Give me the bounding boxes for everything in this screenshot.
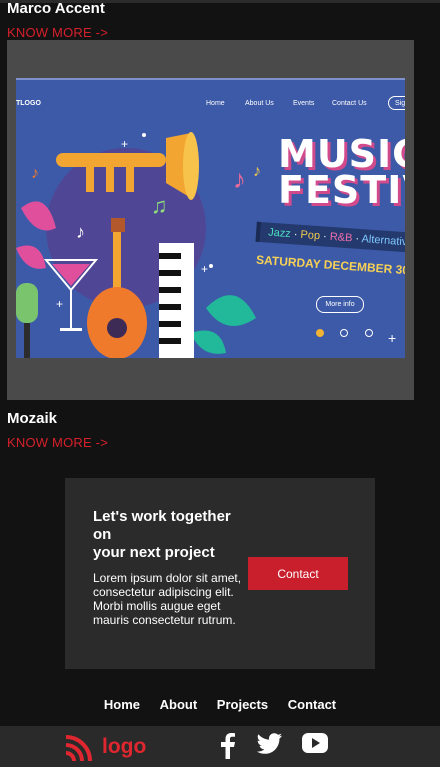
svg-text:♫: ♫: [151, 193, 168, 218]
contact-button[interactable]: Contact: [248, 557, 348, 590]
festival-title-line1: MUSIC: [278, 132, 405, 176]
genre-bar: Jazz · Pop · R&B · Alternative: [255, 221, 405, 255]
genre-rnb: R&B: [329, 230, 353, 245]
svg-text:♪: ♪: [233, 164, 246, 194]
project-card[interactable]: TLOGO Home About Us Events Contact Us Si…: [7, 40, 414, 400]
music-festival-banner: TLOGO Home About Us Events Contact Us Si…: [16, 78, 405, 358]
genre-jazz: Jazz: [267, 226, 292, 241]
project-title: Marco Accent: [7, 0, 105, 17]
brand-logo-text: logo: [102, 734, 147, 758]
music-illustration: ♫ ♪ ♪ + + +: [16, 132, 256, 358]
svg-text:+: +: [56, 297, 63, 311]
genre-alternative: Alternative: [361, 233, 405, 249]
carousel-dot: [340, 329, 349, 337]
carousel-dot: [364, 329, 373, 337]
twitter-icon[interactable]: [256, 733, 282, 755]
cta-heading-line: Let's work together: [93, 508, 231, 525]
svg-text:+: +: [121, 137, 128, 151]
svg-text:♪: ♪: [31, 165, 39, 182]
carousel-dots: [316, 324, 385, 342]
sparkle-icon: +: [388, 330, 396, 346]
cta-heading: Let's work together on your next project: [93, 508, 253, 562]
facebook-icon[interactable]: [218, 733, 236, 759]
footer-nav-home[interactable]: Home: [104, 697, 140, 712]
youtube-icon[interactable]: [302, 733, 328, 753]
svg-text:♪: ♪: [253, 163, 261, 180]
svg-text:+: +: [388, 330, 396, 346]
banner-sign-button: Sig: [388, 96, 405, 110]
piano-icon: [159, 243, 194, 358]
more-info-button: More info: [316, 296, 364, 313]
banner-nav-contact: Contact Us: [332, 100, 367, 107]
know-more-link[interactable]: KNOW MORE ->: [7, 25, 108, 40]
project-title: Mozaik: [7, 410, 58, 427]
festival-title-line2: FESTIVAL: [278, 168, 405, 212]
brand-logo[interactable]: logo: [64, 730, 146, 763]
svg-text:+: +: [201, 262, 208, 276]
music-note-icon: ♪ ♪: [233, 163, 261, 194]
svg-text:♪: ♪: [76, 222, 85, 242]
cta-card: Let's work together on your next project…: [65, 478, 375, 669]
festival-date: SATURDAY DECEMBER 30: [255, 252, 405, 278]
footer-nav-projects[interactable]: Projects: [217, 697, 268, 712]
banner-nav-events: Events: [293, 100, 315, 107]
carousel-dot: [316, 329, 324, 337]
cta-heading-line: on: [93, 526, 112, 543]
genre-pop: Pop: [300, 228, 321, 243]
know-more-link[interactable]: KNOW MORE ->: [7, 435, 108, 450]
microphone-icon: [16, 283, 38, 358]
footer-nav-about[interactable]: About: [160, 697, 198, 712]
festival-title: MUSIC FESTIVAL: [278, 132, 405, 212]
footer-nav: Home About Projects Contact: [0, 697, 440, 712]
footer-nav-contact[interactable]: Contact: [288, 697, 336, 712]
footer-bar: logo: [0, 726, 440, 767]
rss-icon: [65, 734, 92, 761]
cta-body: Lorem ipsum dolor sit amet, consectetur …: [93, 571, 242, 627]
cta-heading-line: your next project: [93, 544, 215, 561]
